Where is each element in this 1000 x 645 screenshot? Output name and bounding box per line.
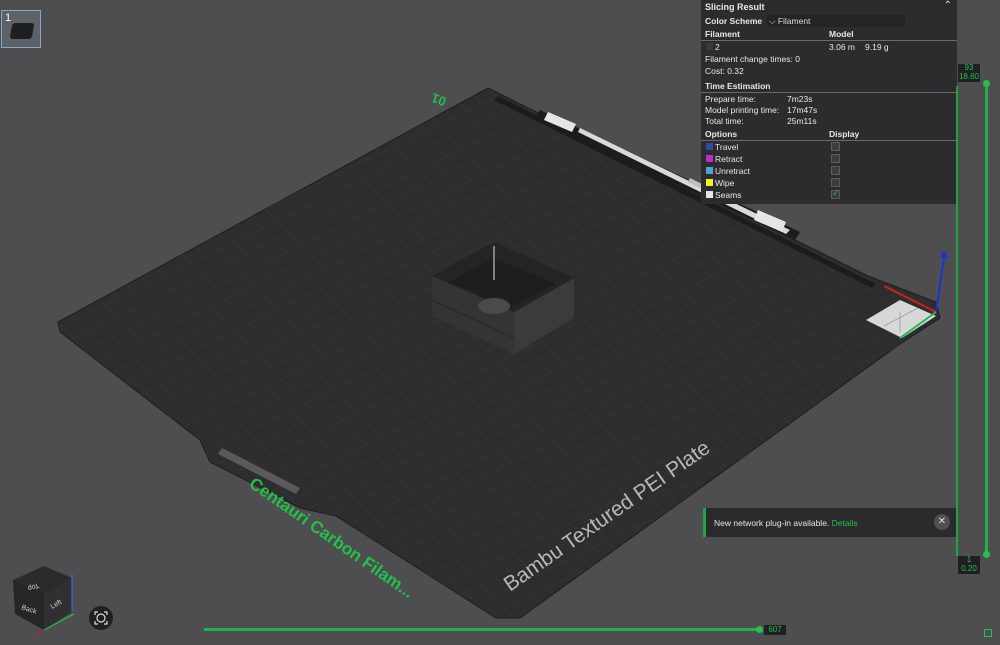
view-cube[interactable]: Top Back Left	[13, 566, 75, 637]
seams-display-checkbox[interactable]	[831, 188, 840, 199]
option-label: Travel	[715, 142, 739, 152]
layer-bottom-height: 0.20	[961, 563, 977, 573]
unretract-display-checkbox[interactable]	[831, 166, 840, 175]
layer-slider-top-handle[interactable]	[983, 80, 990, 87]
filament-swatch	[706, 43, 713, 50]
color-scheme-value: Filament	[777, 16, 811, 26]
printing-time-value: 17m47s	[787, 105, 818, 115]
wipe-swatch	[706, 179, 713, 186]
layer-top-height: 18.60	[958, 71, 980, 81]
filament-weight: 9.19 g	[865, 42, 889, 52]
divider	[701, 92, 957, 93]
filament-change-times: Filament change times: 0	[705, 54, 800, 64]
layer-bottom-box[interactable]: 1 0.20	[958, 555, 980, 574]
color-scheme-select[interactable]: ⌵ Filament	[767, 15, 905, 27]
plate-thumbnail[interactable]: 1	[1, 10, 41, 48]
move-slider-value: 607	[764, 625, 786, 635]
filament-header: Filament	[705, 29, 740, 39]
plate-thumbnail-number: 1	[5, 12, 12, 24]
model-header: Model	[829, 29, 854, 39]
travel-swatch	[706, 143, 713, 150]
option-label: Unretract	[715, 166, 750, 176]
seams-swatch	[706, 191, 713, 198]
retract-swatch	[706, 155, 713, 162]
filament-length: 3.06 m	[829, 42, 855, 52]
total-time-value: 25m11s	[787, 116, 817, 126]
unretract-swatch	[706, 167, 713, 174]
slicing-result-panel: Slicing Result ⌃ Color Scheme ⌵ Filament…	[701, 0, 957, 204]
chevron-down-icon: ⌵	[769, 16, 778, 26]
printing-time-label: Model printing time:	[705, 105, 780, 115]
option-label: Retract	[715, 154, 743, 164]
notification-message: New network plug-in available.	[714, 518, 830, 528]
plate-thumbnail-model	[9, 23, 35, 39]
move-slider-track[interactable]	[204, 628, 762, 631]
time-estimation-header: Time Estimation	[705, 81, 771, 91]
notification-text: New network plug-in available. Details	[714, 518, 858, 528]
notification-details-link[interactable]: Details	[832, 518, 858, 528]
prepare-time-label: Prepare time:	[705, 94, 757, 104]
divider	[701, 40, 957, 41]
color-scheme-label: Color Scheme	[705, 16, 763, 26]
move-slider-handle[interactable]	[756, 626, 763, 633]
notification: New network plug-in available. Details ✕	[703, 508, 956, 537]
divider	[701, 140, 957, 141]
plate-number: 01	[429, 90, 448, 109]
cost: Cost: 0.32	[705, 66, 744, 76]
total-time-label: Total time:	[705, 116, 744, 126]
display-header: Display	[829, 129, 860, 139]
layer-top-box[interactable]: 93 18.60	[958, 63, 980, 82]
zoom-fit-button[interactable]	[89, 606, 113, 630]
options-header: Options	[705, 129, 738, 139]
option-label: Seams	[715, 190, 742, 200]
close-icon[interactable]: ✕	[934, 514, 950, 530]
prepare-time-value: 7m23s	[787, 94, 813, 104]
zoom-fit-icon	[94, 611, 108, 625]
travel-display-checkbox[interactable]	[831, 142, 840, 151]
panel-title: Slicing Result	[705, 2, 765, 12]
collapse-icon[interactable]: ⌃	[944, 0, 952, 11]
layer-slider-track[interactable]	[956, 86, 958, 556]
filament-id: 2	[715, 42, 720, 52]
corner-marker	[984, 629, 992, 637]
option-label: Wipe	[715, 178, 735, 188]
layer-slider-bar[interactable]	[985, 84, 988, 556]
wipe-display-checkbox[interactable]	[831, 178, 840, 187]
retract-display-checkbox[interactable]	[831, 154, 840, 163]
layer-slider-bottom-handle[interactable]	[983, 551, 990, 558]
